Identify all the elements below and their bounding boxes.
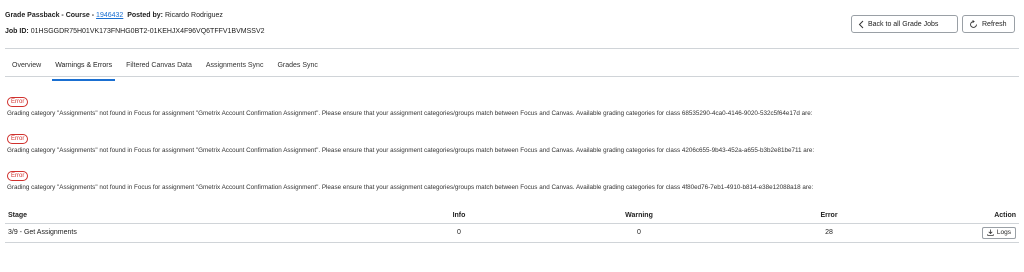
tabs-divider: [5, 76, 1019, 77]
column-header-error: Error: [729, 208, 929, 224]
job-id-line: Job ID: 01HSGGDR75H01VK173FNHG0BT2-01KEH…: [5, 27, 265, 36]
header-divider: [5, 48, 1019, 49]
course-id-link[interactable]: 1946432: [96, 12, 123, 19]
refresh-button-label: Refresh: [982, 20, 1007, 28]
posted-by-label: Posted by:: [127, 12, 163, 19]
error-item: Error Grading category "Assignments" not…: [7, 171, 1017, 192]
error-message: Grading category "Assignments" not found…: [7, 184, 814, 191]
download-icon: [987, 229, 994, 236]
error-badge: Error: [7, 134, 29, 144]
back-to-all-grade-jobs-button[interactable]: Back to all Grade Jobs: [851, 15, 958, 33]
posted-by-name: Ricardo Rodriguez: [164, 12, 223, 19]
job-id-label: Job ID:: [5, 28, 29, 35]
column-header-stage: Stage: [5, 208, 369, 224]
job-id-value: 01HSGGDR75H01VK173FNHG0BT2-01KEHJX4F96VQ…: [30, 28, 265, 35]
cell-action: Logs: [929, 223, 1019, 243]
cell-stage: 3/9 - Get Assignments: [5, 223, 369, 243]
cell-warning: 0: [549, 223, 729, 243]
error-message: Grading category "Assignments" not found…: [7, 147, 815, 154]
page-title: Grade Passback - Course - 1946432 Posted…: [5, 11, 223, 20]
refresh-icon: [970, 19, 977, 28]
title-prefix: Grade Passback - Course -: [5, 12, 97, 19]
error-badge: Error: [7, 171, 29, 181]
error-message: Grading category "Assignments" not found…: [7, 110, 813, 117]
logs-button[interactable]: Logs: [981, 226, 1016, 239]
cell-error: 28: [729, 223, 929, 243]
cell-info: 0: [369, 223, 549, 243]
error-item: Error Grading category "Assignments" not…: [7, 134, 1017, 155]
column-header-info: Info: [369, 208, 549, 224]
back-button-label: Back to all Grade Jobs: [868, 20, 939, 28]
column-header-warning: Warning: [549, 208, 729, 224]
refresh-button[interactable]: Refresh: [962, 15, 1015, 33]
column-header-action: Action: [929, 208, 1019, 224]
table-row: 3/9 - Get Assignments 0 0 28 Logs: [5, 223, 1019, 243]
stages-table: Stage Info Warning Error Action 3/9 - Ge…: [5, 208, 1019, 243]
logs-button-label: Logs: [996, 229, 1011, 236]
table-header-row: Stage Info Warning Error Action: [5, 208, 1019, 224]
error-badge: Error: [7, 97, 29, 107]
error-item: Error Grading category "Assignments" not…: [7, 97, 1017, 118]
chevron-left-icon: [858, 20, 864, 28]
